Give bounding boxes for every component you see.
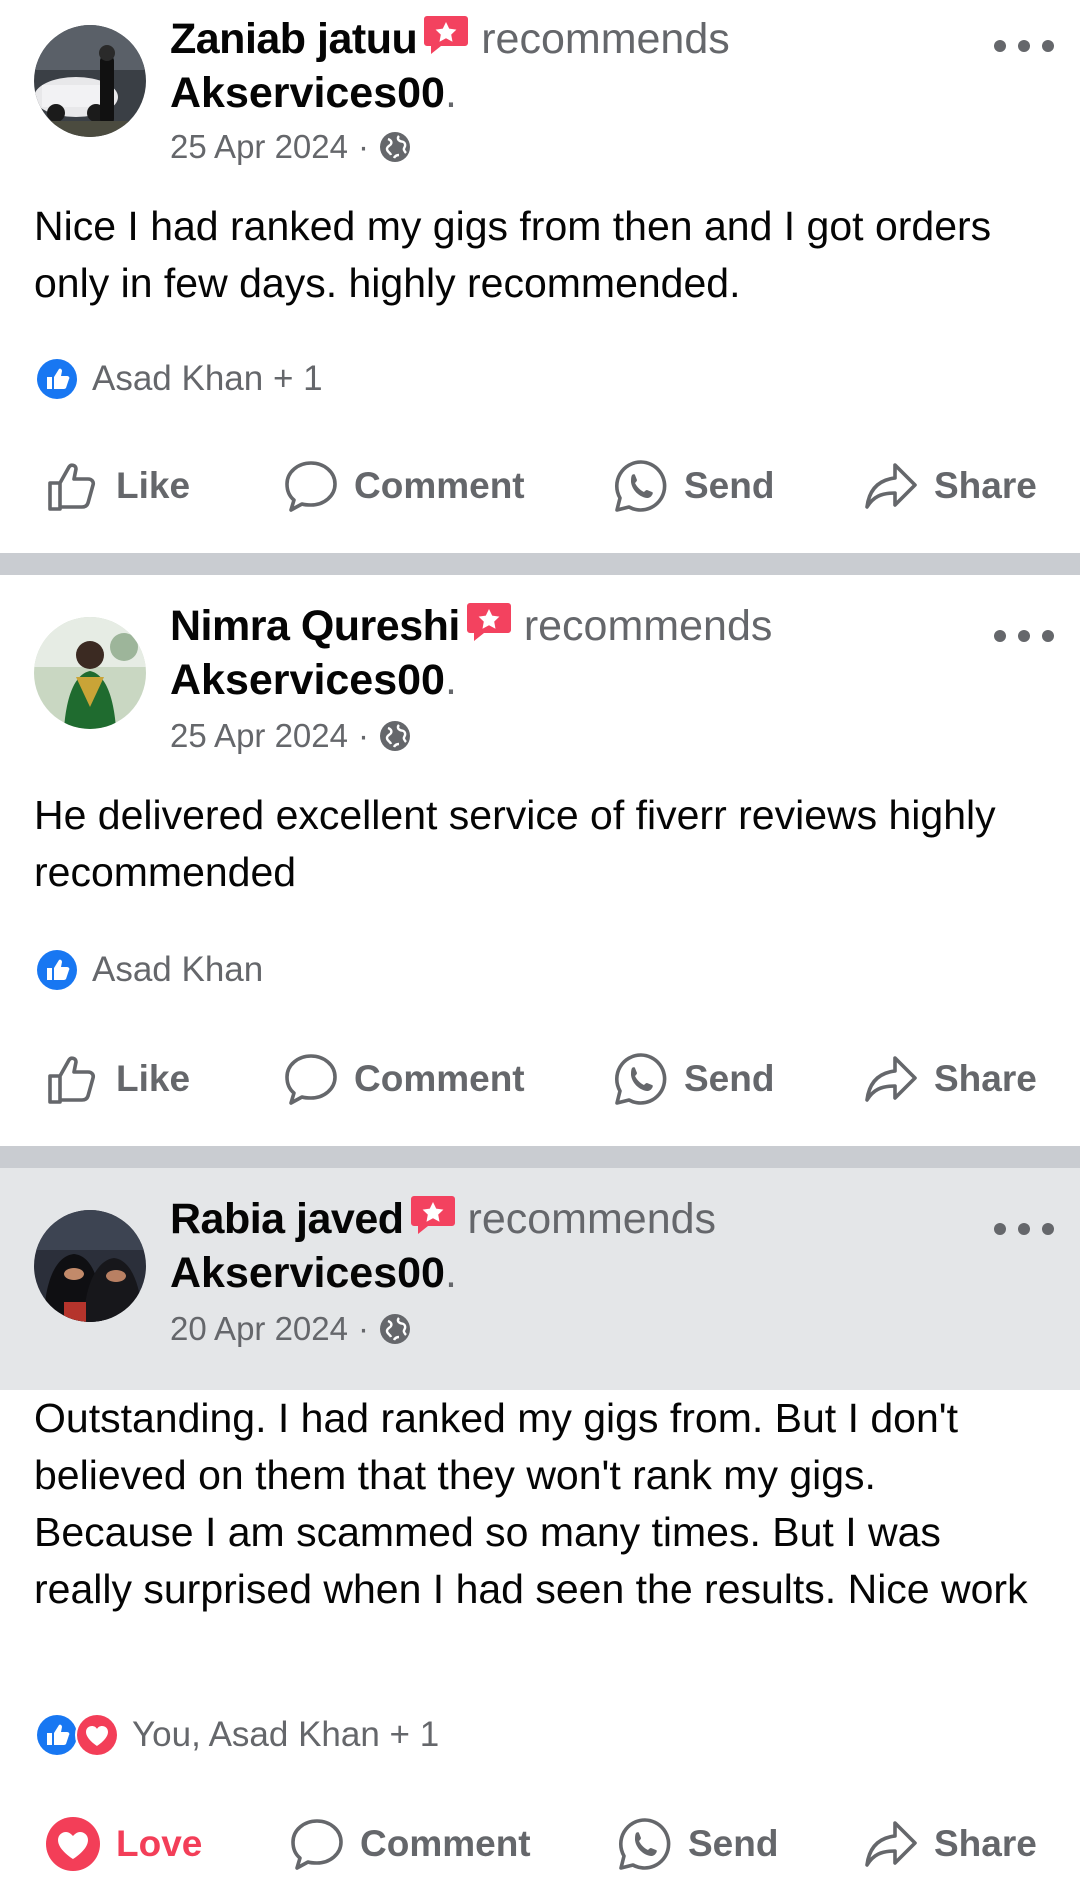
period: . [444,1249,457,1297]
send-label: Send [684,465,775,506]
avatar[interactable] [34,1210,146,1322]
like-label: Like [116,465,191,506]
send-button[interactable]: Send [612,446,774,526]
comment-icon [291,1819,343,1870]
globe-icon [380,132,410,162]
share-icon [865,463,917,509]
action-bar: Love Comment Send Share [0,1804,1080,1884]
page-name[interactable]: Akservices00 [170,69,445,117]
reactions-summary[interactable]: Asad Khan [34,947,263,993]
share-button[interactable]: Share [862,446,1037,526]
avatar[interactable] [34,617,146,729]
post-date[interactable]: 20 Apr 2024 [170,1310,348,1348]
post-text: Outstanding. I had ranked my gigs from. … [34,1395,1028,1612]
page-name[interactable]: Akservices00 [170,1249,445,1297]
more-icon[interactable] [994,26,1054,66]
post-headline: Nimra Qureshi recommends Akservices00. [170,599,970,707]
love-reaction-icon [75,1713,119,1757]
like-icon [48,1056,96,1104]
author-name[interactable]: Nimra Qureshi [170,602,460,650]
recommend-badge-icon [466,603,511,641]
whatsapp-send-icon [619,1818,671,1870]
send-button[interactable]: Send [616,1804,778,1884]
post-meta: 25 Apr 2024 · [170,717,411,755]
avatar[interactable] [34,25,146,137]
page-name[interactable]: Akservices00 [170,656,445,704]
whatsapp-send-icon [615,460,667,512]
globe-icon [380,1314,410,1344]
post-meta: 20 Apr 2024 · [170,1310,411,1348]
more-icon[interactable] [994,1209,1054,1249]
action-bar: Like Comment Send Share [0,446,1080,526]
recommend-badge-icon [424,16,469,54]
recommends-text: recommends [523,602,773,650]
comment-button[interactable]: Comment [282,446,525,526]
post-text: Nice I had ranked my gigs from then and … [34,203,992,306]
comment-label: Comment [354,465,525,506]
post-divider [0,553,1080,575]
reactions-summary[interactable]: You, Asad Khan + 1 [34,1712,439,1758]
share-button[interactable]: Share [862,1804,1037,1884]
post-divider [0,1146,1080,1168]
post: Nimra Qureshi recommends Akservices00. 25 … [0,575,1080,1146]
whatsapp-send-icon [615,1053,667,1105]
post: Zaniab jatuu recommends Akservices00. 25 A… [0,0,1080,553]
separator: · [358,717,369,754]
like-button[interactable]: Like [44,1039,190,1119]
comment-icon [285,461,337,512]
post-meta: 25 Apr 2024 · [170,128,411,166]
like-reaction-icon [35,948,79,992]
share-button[interactable]: Share [862,1039,1037,1119]
like-label: Like [116,1058,191,1099]
comment-label: Comment [354,1058,525,1099]
post-header[interactable]: Rabia javed recommends Akservices00. 20 Ap… [0,1168,1080,1390]
share-label: Share [934,1058,1037,1099]
comment-icon [285,1054,337,1105]
recommends-text: recommends [481,15,730,63]
recommends-text: recommends [467,1195,717,1243]
post-header[interactable]: Zaniab jatuu recommends Akservices00. 25 A… [0,0,1080,180]
share-label: Share [934,465,1037,506]
reactions-summary[interactable]: Asad Khan + 1 [34,356,323,402]
globe-icon [380,721,410,751]
period: . [444,69,457,117]
more-icon[interactable] [994,616,1054,656]
comment-label: Comment [360,1823,531,1864]
comment-button[interactable]: Comment [288,1804,531,1884]
post-headline: Zaniab jatuu recommends Akservices00. [170,12,970,120]
like-button[interactable]: Like [44,446,190,526]
separator: · [358,128,369,165]
send-label: Send [688,1823,779,1864]
post-text: He delivered excellent service of fiverr… [34,792,996,895]
action-bar: Like Comment Send Share [0,1039,1080,1119]
post-headline: Rabia javed recommends Akservices00. [170,1192,970,1300]
reactions-text: You, Asad Khan + 1 [132,1715,440,1754]
post-date[interactable]: 25 Apr 2024 [170,717,348,755]
recommend-badge-icon [410,1196,455,1234]
period: . [444,656,457,704]
reactions-text: Asad Khan [92,950,264,989]
comment-button[interactable]: Comment [282,1039,525,1119]
send-button[interactable]: Send [612,1039,774,1119]
like-reaction-icon [35,357,79,401]
send-label: Send [684,1058,775,1099]
share-label: Share [934,1823,1037,1864]
share-icon [865,1056,917,1102]
post: Rabia javed recommends Akservices00. 20 Ap… [0,1168,1080,1902]
love-button[interactable]: Love [44,1804,202,1884]
love-label: Love [116,1823,203,1864]
like-icon [48,463,96,511]
separator: · [358,1310,369,1347]
author-name[interactable]: Rabia javed [170,1195,404,1243]
love-icon [46,1817,100,1871]
share-icon [865,1821,917,1867]
reactions-text: Asad Khan + 1 [92,359,323,398]
author-name[interactable]: Zaniab jatuu [170,15,418,63]
post-date[interactable]: 25 Apr 2024 [170,128,348,166]
post-header[interactable]: Nimra Qureshi recommends Akservices00. 25 … [0,575,1080,755]
